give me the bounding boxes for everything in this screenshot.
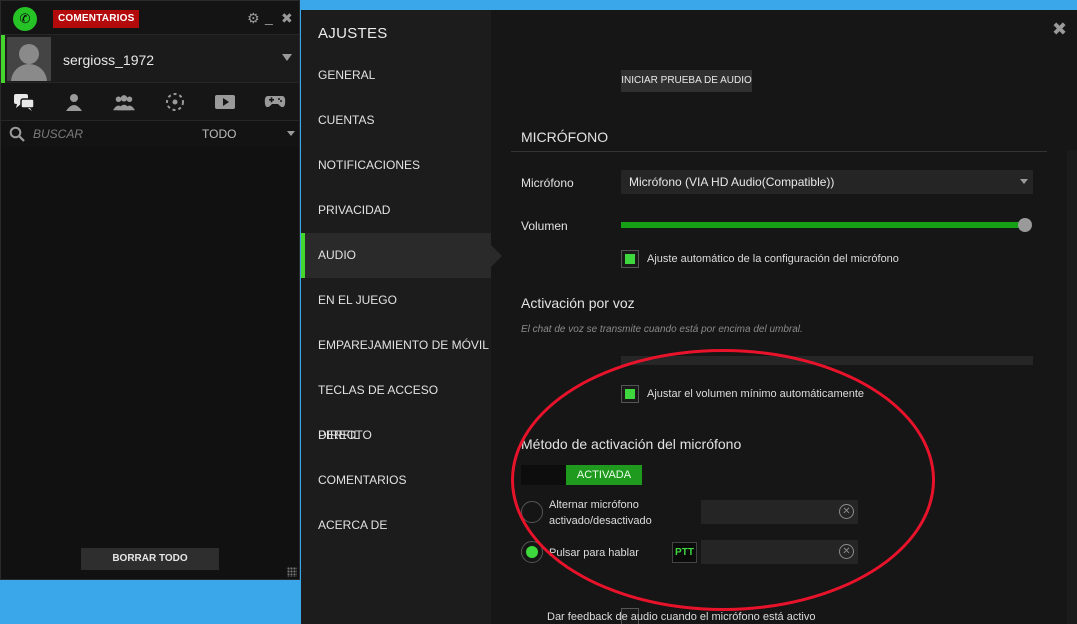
online-indicator [1, 35, 5, 83]
clear-all-button[interactable]: BORRAR TODO [81, 548, 219, 570]
avatar[interactable] [7, 37, 51, 81]
feedback-label: Dar feedback de audio cuando el micrófon… [547, 611, 816, 623]
group-icon[interactable] [113, 92, 135, 112]
nav-comentarios[interactable]: COMENTARIOS [301, 458, 491, 503]
desktop-background [0, 580, 301, 624]
nav-cuentas[interactable]: CUENTAS [301, 98, 491, 143]
resize-grip-icon[interactable] [287, 567, 297, 577]
radio-push-to-talk[interactable] [521, 541, 543, 563]
clear-icon[interactable]: ✕ [839, 504, 854, 519]
audio-settings: INICIAR PRUEBA DE AUDIO MICRÓFONO Micróf… [491, 10, 1077, 624]
divider [511, 151, 1047, 152]
ptt-hotkey-field[interactable]: ✕ [701, 540, 858, 564]
mic-label: Micrófono [521, 176, 574, 190]
chevron-down-icon[interactable] [287, 131, 295, 136]
volume-slider[interactable] [621, 222, 1025, 228]
app-logo-icon[interactable]: ✆ [13, 7, 37, 31]
username: sergioss_1972 [63, 52, 155, 68]
activation-method-title: Método de activación del micrófono [521, 436, 742, 452]
mic-section-title: MICRÓFONO [521, 129, 609, 145]
close-icon[interactable]: ✖ [281, 10, 293, 26]
toggle-hotkey-field[interactable]: ✕ [701, 500, 858, 524]
search-input[interactable]: BUSCAR [33, 127, 83, 141]
chat-icon[interactable] [13, 92, 35, 112]
gamepad-icon[interactable] [264, 92, 286, 112]
min-volume-label: Ajustar el volumen mínimo automáticament… [647, 388, 865, 400]
radio-toggle-mic[interactable] [521, 501, 543, 523]
auto-adjust-checkbox[interactable] [621, 250, 639, 268]
comments-badge[interactable]: COMENTARIOS [53, 10, 140, 28]
nav-teclas-acceso[interactable]: TECLAS DE ACCESO DIRECTO [301, 368, 491, 442]
auto-adjust-label: Ajuste automático de la configuración de… [647, 253, 899, 265]
mic-select[interactable]: Micrófono (VIA HD Audio(Compatible)) [621, 170, 1033, 194]
voice-activation-title: Activación por voz [521, 295, 635, 311]
voice-activation-description: El chat de voz se transmite cuando está … [521, 324, 803, 335]
radio-toggle-line2: activado/desactivado [549, 515, 652, 527]
settings-window: AJUSTES GENERAL CUENTAS NOTIFICACIONES P… [301, 10, 1077, 624]
start-audio-test-button[interactable]: INICIAR PRUEBA DE AUDIO [621, 70, 752, 92]
radio-toggle-mic-label: Alternar micrófono activado/desactivado [549, 497, 652, 529]
friends-window: ✆ COMENTARIOS ⚙ _ ✖ sergioss_1972 BUSCAR… [0, 0, 300, 580]
left-titlebar: ✆ COMENTARIOS ⚙ _ ✖ [1, 1, 299, 35]
filter-select[interactable]: TODO [202, 127, 236, 141]
nav-general[interactable]: GENERAL [301, 53, 491, 98]
min-volume-checkbox[interactable] [621, 385, 639, 403]
nav-emparejamiento-movil[interactable]: EMPAREJAMIENTO DE MÓVIL [301, 323, 491, 368]
user-icon[interactable] [63, 92, 85, 112]
radio-ptt-label: Pulsar para hablar [549, 547, 639, 559]
volume-label: Volumen [521, 219, 568, 233]
nav-acerca-de[interactable]: ACERCA DE [301, 503, 491, 548]
radio-toggle-line1: Alternar micrófono [549, 499, 639, 511]
activation-toggle[interactable]: ACTIVADA [521, 465, 642, 485]
nav-notificaciones[interactable]: NOTIFICACIONES [301, 143, 491, 188]
nav-audio[interactable]: AUDIO [301, 233, 502, 278]
mic-select-value: Micrófono (VIA HD Audio(Compatible)) [629, 175, 835, 189]
tab-icon-row [1, 83, 299, 121]
video-icon[interactable] [214, 92, 236, 112]
nav-privacidad[interactable]: PRIVACIDAD [301, 188, 491, 233]
scrollbar[interactable] [1067, 150, 1077, 624]
clear-icon[interactable]: ✕ [839, 544, 854, 559]
search-icon [9, 126, 25, 147]
volume-slider-handle[interactable] [1018, 218, 1032, 232]
toggle-on-label: ACTIVADA [566, 465, 642, 485]
settings-nav: AJUSTES GENERAL CUENTAS NOTIFICACIONES P… [301, 10, 502, 624]
chevron-down-icon [1020, 179, 1028, 184]
minimize-icon[interactable]: _ [265, 9, 273, 25]
ptt-badge: PTT [672, 542, 697, 563]
threshold-bar[interactable] [621, 356, 1033, 365]
chevron-down-icon[interactable] [282, 54, 292, 61]
search-bar: BUSCAR TODO [1, 121, 299, 147]
nav-perfil[interactable]: PERFIL [301, 413, 491, 458]
nav-en-el-juego[interactable]: EN EL JUEGO [301, 278, 491, 323]
user-profile[interactable]: sergioss_1972 [1, 35, 299, 83]
radar-icon[interactable] [164, 92, 186, 112]
settings-title: AJUSTES [318, 25, 388, 42]
gear-icon[interactable]: ⚙ [247, 10, 260, 26]
